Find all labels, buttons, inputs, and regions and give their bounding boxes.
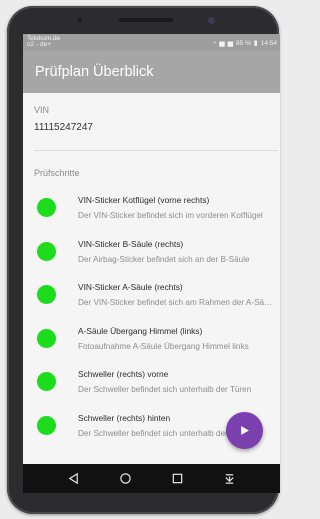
earpiece-speaker: [119, 18, 173, 22]
steps-list: VIN-Sticker Kotflügel (vorne rechts) Der…: [34, 186, 280, 447]
list-item-text: VIN-Sticker B-Säule (rechts) Der Airbag-…: [78, 239, 273, 264]
signal-icon: ▅: [219, 40, 225, 47]
status-icons: ◔ ▅ ▅ 85 % ▮ 14:54: [212, 39, 277, 48]
status-dot: [37, 372, 56, 392]
back-icon: [68, 472, 78, 485]
steps-section-label: Prüfschritte: [34, 168, 80, 178]
battery-icon: ▮: [253, 40, 258, 47]
vin-label: VIN: [34, 105, 50, 115]
list-item[interactable]: A-Säule Übergang Himmel (links) Fotoaufn…: [34, 317, 280, 361]
status-dot: [37, 285, 56, 305]
list-item[interactable]: Schweller (rechts) vorne Der Schweller b…: [34, 360, 280, 404]
vin-value: 11115247247: [34, 122, 93, 133]
wifi-icon: ◔: [212, 39, 217, 47]
home-button[interactable]: [117, 471, 133, 487]
back-button[interactable]: [65, 471, 81, 487]
sensor-dot: [77, 18, 82, 23]
notification-shade-icon: [225, 474, 235, 484]
recents-icon: [172, 473, 183, 484]
list-item[interactable]: VIN-Sticker A-Säule (rechts) Der VIN-Sti…: [34, 273, 280, 317]
list-item-text: A-Säule Übergang Himmel (links) Fotoaufn…: [78, 326, 273, 351]
status-dot: [37, 241, 56, 261]
front-camera: [208, 17, 215, 24]
step-subtitle: Der VIN-Sticker befindet sich am Rahmen …: [78, 298, 273, 308]
system-nav-bar: [23, 464, 280, 493]
step-title: VIN-Sticker B-Säule (rechts): [78, 238, 184, 249]
divider: [34, 150, 278, 151]
list-item-text: VIN-Sticker Kotflügel (vorne rechts) Der…: [78, 195, 273, 220]
step-subtitle: Der VIN-Sticker befindet sich im vordere…: [78, 211, 263, 221]
status-dot: [37, 415, 56, 435]
list-item[interactable]: VIN-Sticker B-Säule (rechts) Der Airbag-…: [34, 230, 280, 274]
main-content: VIN 11115247247 Prüfschritte VIN-Sticker…: [23, 105, 280, 447]
step-subtitle: Der Schweller befindet sich unterhalb de…: [78, 385, 252, 395]
step-title: VIN-Sticker Kotflügel (vorne rechts): [78, 195, 210, 206]
play-icon: [241, 426, 249, 435]
page-title: Prüfplan Überblick: [35, 64, 154, 80]
carrier-info: Telekom.de o2 - de+: [27, 35, 60, 48]
step-title: VIN-Sticker A-Säule (rechts): [78, 282, 183, 293]
recents-button[interactable]: [170, 471, 186, 487]
status-dot: [37, 328, 56, 348]
step-subtitle: Der Airbag-Sticker befindet sich an der …: [78, 254, 250, 264]
step-title: A-Säule Übergang Himmel (links): [78, 325, 203, 336]
app-bar: Prüfplan Überblick: [23, 51, 280, 93]
clock: 14:54: [260, 39, 277, 47]
screen: Telekom.de o2 - de+ ◔ ▅ ▅ 85 % ▮ 14:54 P…: [23, 34, 280, 493]
list-item[interactable]: VIN-Sticker Kotflügel (vorne rechts) Der…: [34, 186, 280, 230]
list-item-text: VIN-Sticker A-Säule (rechts) Der VIN-Sti…: [78, 282, 273, 307]
battery-percent: 85 %: [236, 39, 251, 47]
list-item-text: Schweller (rechts) vorne Der Schweller b…: [78, 369, 273, 394]
carrier-line-2: o2 - de+: [27, 41, 52, 48]
home-icon: [120, 473, 131, 484]
start-button[interactable]: [226, 412, 263, 449]
step-title: Schweller (rechts) vorne: [78, 369, 169, 380]
status-dot: [37, 198, 56, 218]
step-subtitle: Fotoaufnahme A-Säule Übergang Himmel lin…: [78, 341, 249, 351]
notification-shade-button[interactable]: [222, 471, 238, 487]
signal-icon-2: ▅: [227, 40, 234, 47]
status-bar: Telekom.de o2 - de+ ◔ ▅ ▅ 85 % ▮ 14:54: [23, 34, 280, 51]
